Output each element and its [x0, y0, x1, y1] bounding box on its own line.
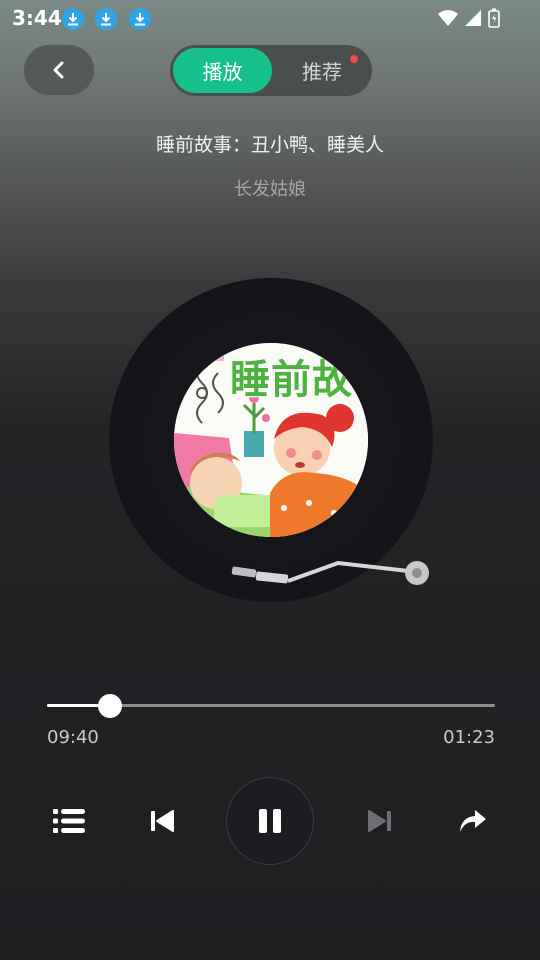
- next-button[interactable]: [358, 800, 402, 842]
- status-time: 3:44: [12, 6, 62, 30]
- download-icon: [95, 8, 117, 30]
- tab-play[interactable]: 播放: [173, 48, 272, 93]
- wifi-icon: [438, 10, 458, 26]
- previous-icon: [151, 810, 174, 832]
- album-cover: 睡前故事: [174, 343, 368, 537]
- playlist-button[interactable]: [46, 800, 92, 842]
- tonearm: [231, 561, 429, 585]
- tab-recommend-label: 推荐: [302, 60, 342, 84]
- next-icon: [368, 810, 391, 832]
- chevron-left-icon: [53, 61, 64, 79]
- battery-icon: [488, 8, 500, 28]
- pause-icon: [259, 809, 281, 833]
- share-button[interactable]: [450, 800, 496, 842]
- pause-button[interactable]: [226, 777, 314, 865]
- previous-button[interactable]: [140, 800, 184, 842]
- elapsed-time: 09:40: [47, 727, 99, 748]
- cover-text: 睡前故事: [230, 357, 368, 403]
- progress-thumb[interactable]: [97, 694, 122, 718]
- notification-dot: [350, 55, 358, 63]
- track-title: 睡前故事：丑小鸭、睡美人: [155, 134, 384, 156]
- total-time: 01:23: [443, 727, 495, 748]
- track-artist: 长发姑娘: [234, 179, 306, 200]
- share-icon: [460, 810, 486, 832]
- download-icon: [129, 8, 151, 30]
- download-icon: [62, 8, 84, 30]
- playlist-icon: [53, 809, 85, 833]
- back-button[interactable]: [24, 45, 94, 95]
- signal-icon: [465, 10, 481, 26]
- status-icons: [438, 8, 500, 28]
- tab-switcher: 播放 推荐: [170, 45, 372, 96]
